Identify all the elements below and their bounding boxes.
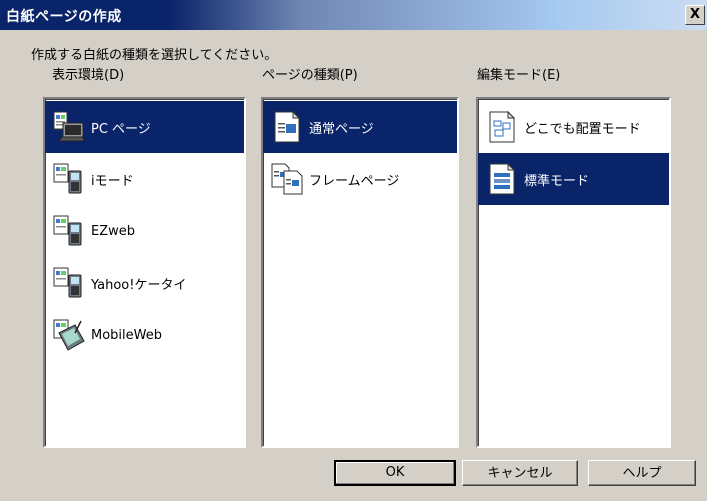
edit-mode-list[interactable]: どこでも配置モード 標準モード <box>476 97 671 448</box>
list-item-pc[interactable]: PC ページ <box>45 101 244 153</box>
display-env-label: 表示環境(D) <box>52 68 125 83</box>
instruction-text: 作成する白紙の種類を選択してください。 <box>31 48 278 63</box>
list-item-label: どこでも配置モード <box>524 121 641 137</box>
list-item-label: 通常ページ <box>309 121 374 137</box>
display-env-list[interactable]: PC ページ iモード EZweb Yahoo!ケータイ MobileWeb <box>43 97 246 448</box>
standard-mode-icon <box>489 163 516 195</box>
list-item-label: フレームページ <box>309 173 400 189</box>
edit-mode-label: 編集モード(E) <box>477 68 561 83</box>
list-item-free-layout[interactable]: どこでも配置モード <box>478 101 669 153</box>
list-item-label: 標準モード <box>524 173 590 189</box>
help-button[interactable]: ヘルプ <box>588 460 696 486</box>
close-icon: X <box>689 7 701 22</box>
list-item-normal-page[interactable]: 通常ページ <box>263 101 457 153</box>
ezweb-phone-icon <box>53 215 82 246</box>
ok-button[interactable]: OK <box>334 460 456 486</box>
list-item-mobileweb[interactable]: MobileWeb <box>45 309 244 361</box>
cancel-button[interactable]: キャンセル <box>462 460 578 486</box>
list-item-label: Yahoo!ケータイ <box>91 277 187 293</box>
close-button[interactable]: X <box>685 5 705 25</box>
pda-icon <box>53 319 85 351</box>
yahoo-phone-icon <box>53 267 82 298</box>
normal-page-icon <box>274 111 301 143</box>
window-title: 白紙ページの作成 <box>6 9 122 25</box>
list-item-yahoo[interactable]: Yahoo!ケータイ <box>45 257 244 309</box>
list-item-standard-mode[interactable]: 標準モード <box>478 153 669 205</box>
pc-monitor-icon <box>53 111 85 142</box>
page-type-label: ページの種類(P) <box>262 68 358 83</box>
list-item-label: iモード <box>91 173 134 189</box>
frame-page-icon <box>271 163 303 195</box>
list-item-ezweb[interactable]: EZweb <box>45 205 244 257</box>
list-item-label: MobileWeb <box>91 327 162 343</box>
imode-phone-icon <box>53 163 82 194</box>
title-bar[interactable]: 白紙ページの作成 X <box>0 0 707 30</box>
free-layout-icon <box>489 111 516 143</box>
page-type-list[interactable]: 通常ページ フレームページ <box>261 97 459 448</box>
list-item-label: EZweb <box>91 223 136 239</box>
list-item-label: PC ページ <box>91 121 151 137</box>
list-item-imode[interactable]: iモード <box>45 153 244 205</box>
list-item-frame-page[interactable]: フレームページ <box>263 153 457 205</box>
